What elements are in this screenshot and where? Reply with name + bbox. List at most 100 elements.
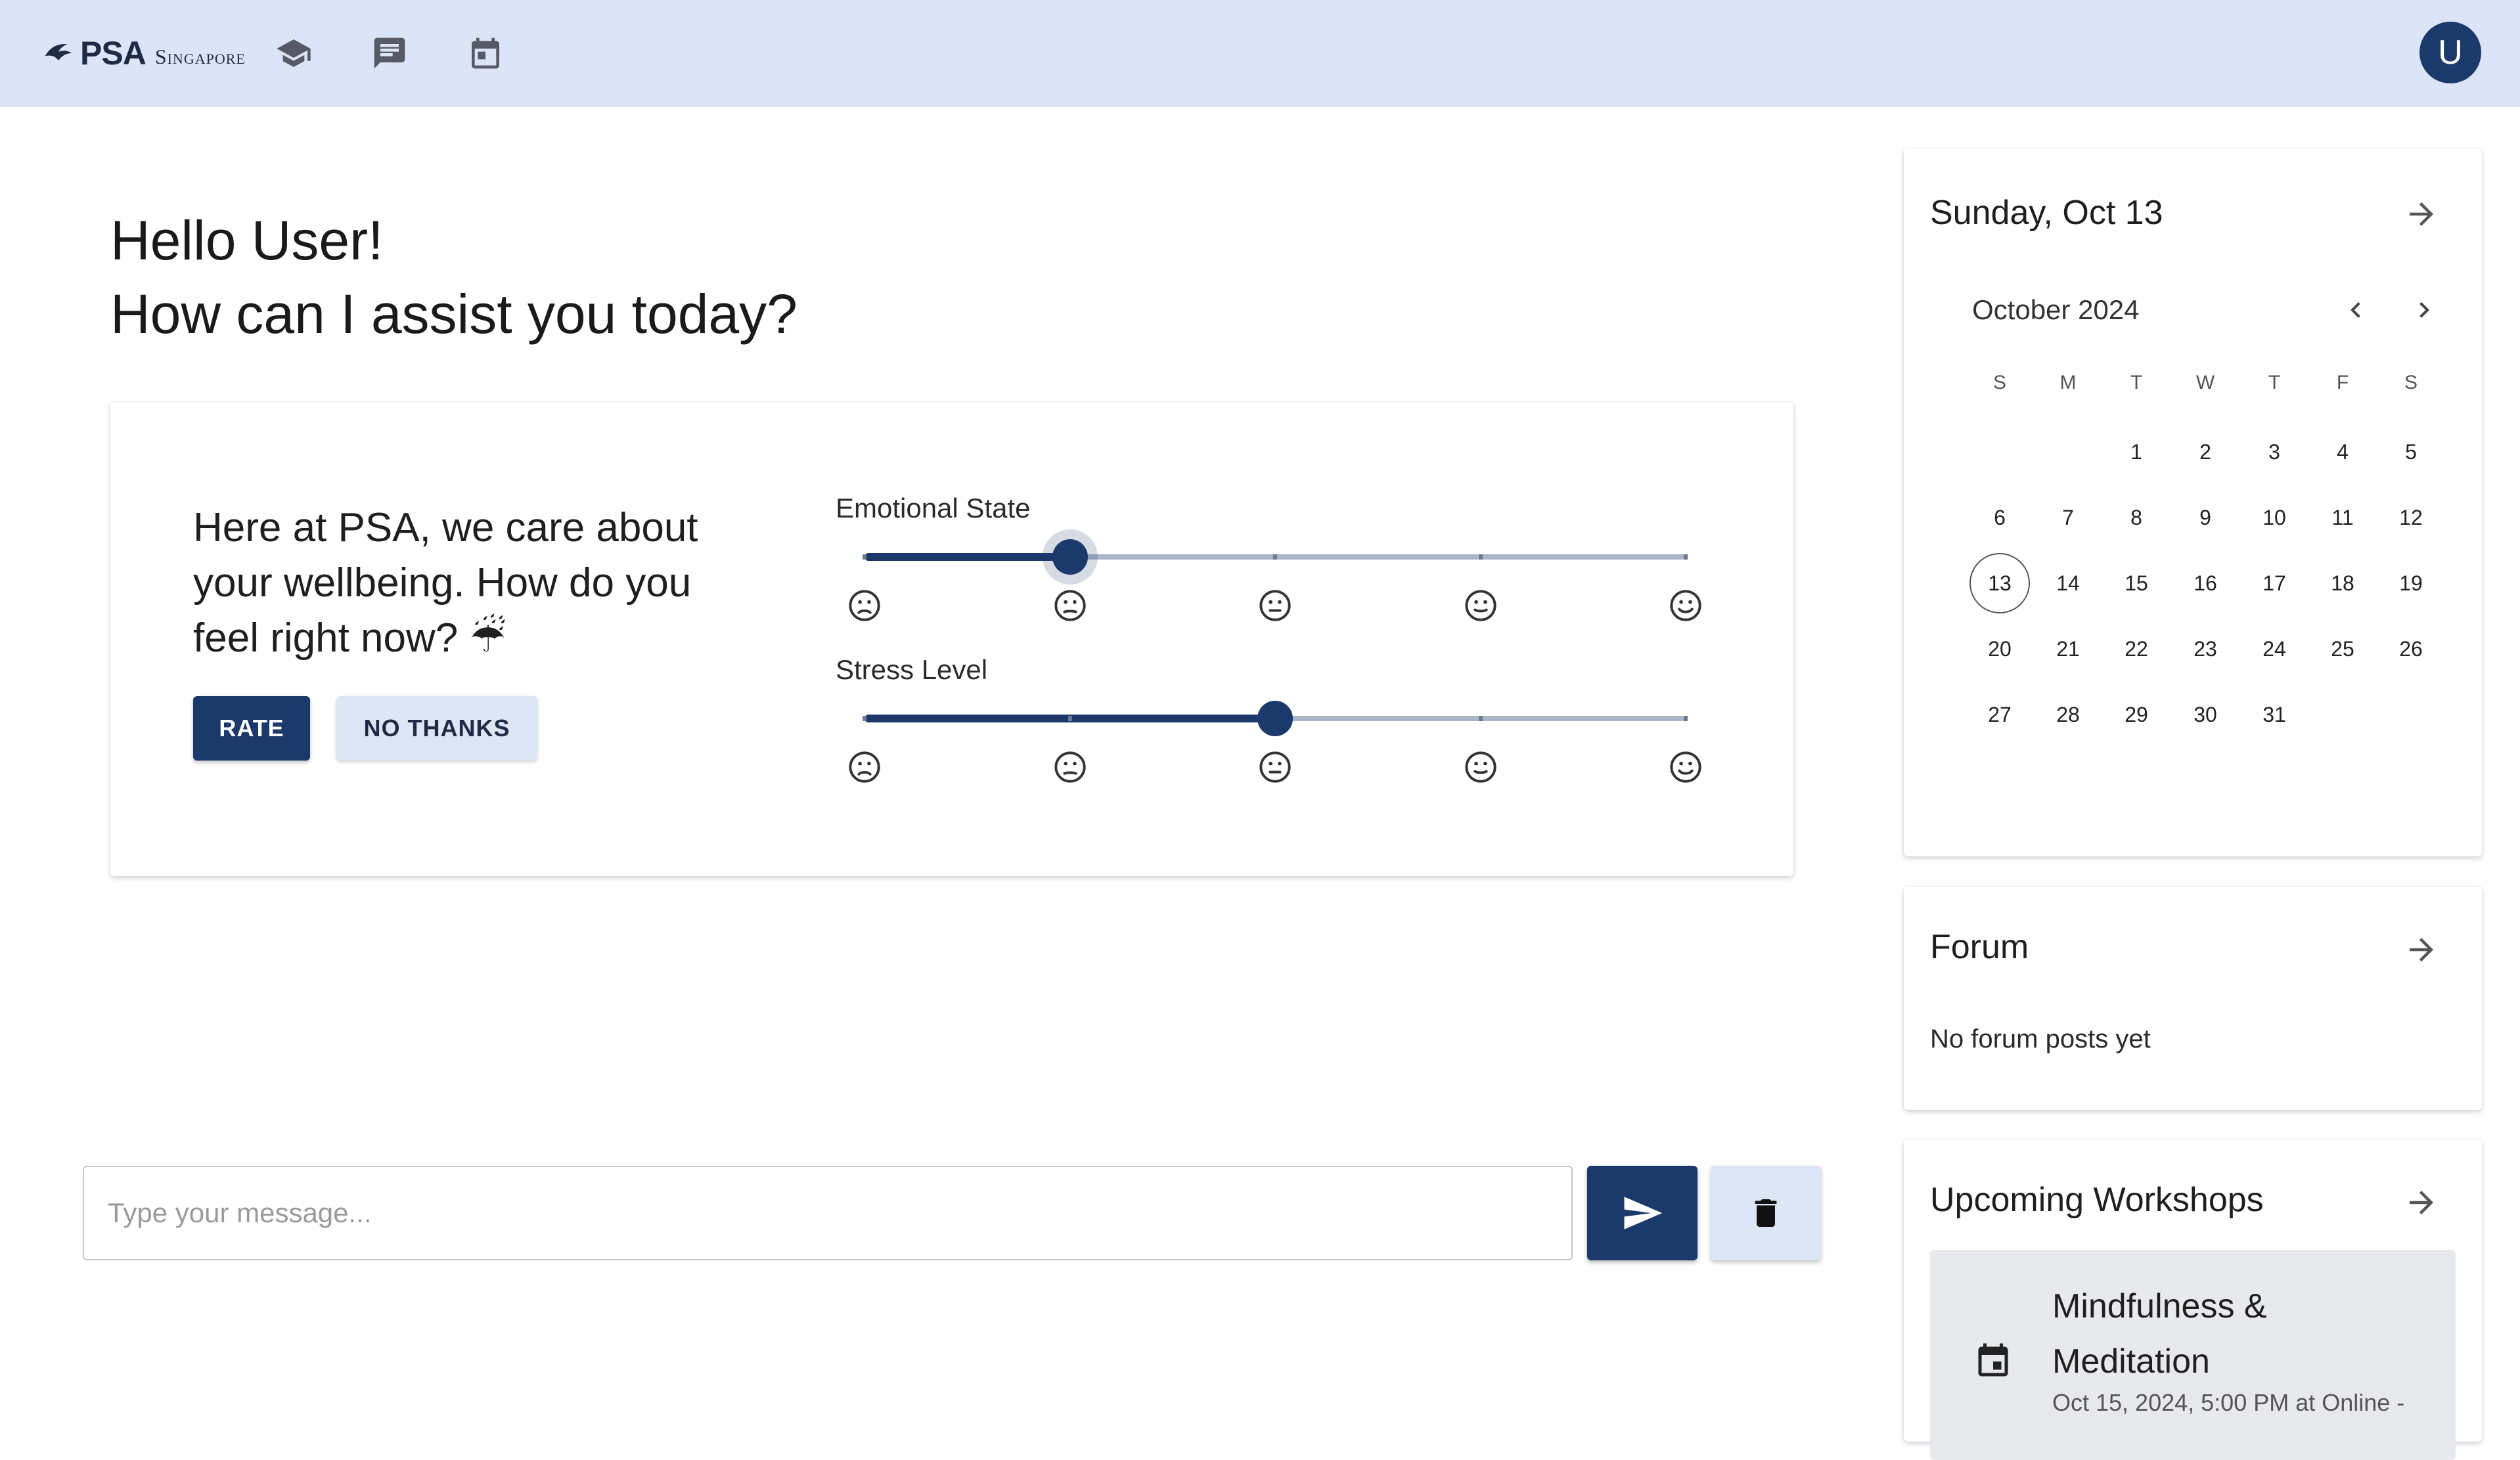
calendar-day[interactable]: 19 [2381, 553, 2441, 613]
top-app-bar: PSA Singapore U [0, 0, 2520, 107]
calendar-day[interactable]: 11 [2312, 487, 2373, 548]
previous-month-chevron-icon[interactable] [2337, 292, 2374, 328]
emotional-state-label: Emotional State [836, 493, 1031, 523]
slider-step-mark [1478, 554, 1483, 560]
calendar-day[interactable]: 31 [2244, 684, 2305, 745]
weekday-label: T [2268, 372, 2281, 393]
calendar-open-arrow-icon[interactable] [2402, 194, 2441, 234]
slider-step-mark [1273, 554, 1277, 560]
send-icon [1624, 1197, 1663, 1229]
slider-thumb[interactable] [1257, 701, 1293, 736]
trash-icon [1755, 1199, 1777, 1227]
happy-face-icon[interactable] [1464, 750, 1498, 784]
calendar-day[interactable]: 10 [2244, 487, 2305, 548]
wellbeing-card: Here at PSA, we care about your wellbein… [110, 402, 1793, 876]
slider-step-mark [1068, 716, 1072, 721]
neutral-face-icon[interactable] [1258, 750, 1292, 784]
calendar-day[interactable]: 18 [2312, 553, 2373, 613]
slider-step-mark [1684, 716, 1688, 721]
calendar-day[interactable]: 27 [1969, 684, 2030, 745]
calendar-card: Sunday, Oct 13 October 2024 SMTWTFS 1234… [1904, 148, 2482, 856]
calendar-day[interactable]: 15 [2106, 553, 2167, 613]
rate-button[interactable]: RATE [193, 696, 310, 761]
greeting-line-1: Hello User! [110, 210, 384, 271]
calendar-day[interactable]: 4 [2312, 422, 2373, 482]
calendar-day[interactable]: 20 [1969, 619, 2030, 679]
bird-logo-icon [45, 44, 72, 61]
stress-level-label: Stress Level [836, 654, 988, 685]
workshop-item[interactable]: Mindfulness & Meditation Oct 15, 2024, 5… [1930, 1250, 2456, 1460]
sad-face-icon[interactable] [1053, 750, 1087, 784]
calendar-day[interactable]: 5 [2381, 422, 2441, 482]
greeting: Hello User! How can I assist you today? [110, 204, 798, 351]
emotional-state-slider[interactable] [863, 529, 1688, 585]
neutral-face-icon[interactable] [1258, 588, 1292, 623]
workshops-title: Upcoming Workshops [1930, 1181, 2264, 1219]
weekday-label: F [2336, 372, 2349, 393]
slider-step-mark [1684, 554, 1688, 560]
calendar-day[interactable]: 2 [2175, 422, 2236, 482]
very-happy-face-icon[interactable] [1669, 588, 1703, 623]
next-month-chevron-icon[interactable] [2406, 292, 2442, 328]
happy-face-icon[interactable] [1464, 588, 1498, 623]
send-button[interactable] [1587, 1166, 1698, 1260]
message-input[interactable] [83, 1166, 1573, 1260]
wellbeing-prompt: Here at PSA, we care about your wellbein… [193, 505, 698, 661]
calendar-day-today[interactable]: 13 [1969, 553, 2030, 613]
workshops-card: Upcoming Workshops Mindfulness & Meditat… [1904, 1139, 2482, 1460]
calendar-day[interactable]: 25 [2312, 619, 2373, 679]
calendar-day[interactable]: 21 [2038, 619, 2098, 679]
forum-open-arrow-icon[interactable] [2402, 930, 2441, 969]
very-sad-face-icon[interactable] [847, 750, 882, 784]
calendar-day[interactable]: 23 [2175, 619, 2236, 679]
calendar-icon[interactable] [464, 32, 507, 75]
calendar-day[interactable]: 29 [2106, 684, 2167, 745]
slider-step-mark [863, 554, 866, 560]
very-sad-face-icon[interactable] [847, 588, 882, 623]
sad-face-icon[interactable] [1053, 588, 1087, 623]
weekday-label: S [1992, 372, 2006, 393]
forum-empty-text: No forum posts yet [1930, 1025, 2151, 1053]
logo-text: PSA [80, 35, 146, 72]
chat-icon[interactable] [368, 32, 411, 75]
greeting-line-2: How can I assist you today? [110, 283, 798, 345]
weekday-label: W [2195, 372, 2215, 393]
clear-chat-button[interactable] [1711, 1166, 1821, 1260]
forum-card: Forum No forum posts yet [1904, 887, 2482, 1110]
very-happy-face-icon[interactable] [1669, 750, 1703, 784]
user-avatar[interactable]: U [2419, 22, 2481, 83]
calendar-day[interactable]: 16 [2175, 553, 2236, 613]
calendar-day[interactable]: 9 [2175, 487, 2236, 548]
forum-title: Forum [1930, 928, 2029, 966]
calendar-month-label: October 2024 [1972, 294, 2140, 325]
stress-level-slider[interactable] [863, 699, 1688, 738]
slider-thumb[interactable] [1052, 539, 1088, 575]
calendar-date-heading: Sunday, Oct 13 [1930, 194, 2163, 232]
logo-subtext: Singapore [154, 44, 246, 68]
calendar-day[interactable]: 7 [2038, 487, 2098, 548]
graduation-cap-icon[interactable] [272, 32, 315, 75]
weekday-label: S [2404, 372, 2418, 393]
event-calendar-icon [1973, 1342, 2013, 1381]
calendar-day[interactable]: 22 [2106, 619, 2167, 679]
calendar-day[interactable]: 6 [1969, 487, 2030, 548]
slider-step-mark [1478, 716, 1483, 721]
workshop-meta: Oct 15, 2024, 5:00 PM at Online - [2052, 1389, 2405, 1416]
workshops-open-arrow-icon[interactable] [2402, 1183, 2441, 1222]
calendar-day[interactable]: 30 [2175, 684, 2236, 745]
calendar-day[interactable]: 3 [2244, 422, 2305, 482]
psa-logo[interactable]: PSA Singapore [41, 30, 246, 76]
calendar-day[interactable]: 26 [2381, 619, 2441, 679]
calendar-day[interactable]: 12 [2381, 487, 2441, 548]
slider-step-mark [863, 716, 866, 721]
workshop-title: Mindfulness & Meditation [2052, 1287, 2267, 1381]
weekday-label: T [2130, 372, 2143, 393]
calendar-day[interactable]: 17 [2244, 553, 2305, 613]
no-thanks-button[interactable]: NO THANKS [336, 696, 537, 761]
calendar-day[interactable]: 14 [2038, 553, 2098, 613]
calendar-day[interactable]: 24 [2244, 619, 2305, 679]
calendar-day[interactable]: 28 [2038, 684, 2098, 745]
weekday-label: M [2059, 372, 2077, 393]
calendar-day[interactable]: 8 [2106, 487, 2167, 548]
calendar-day[interactable]: 1 [2106, 422, 2167, 482]
